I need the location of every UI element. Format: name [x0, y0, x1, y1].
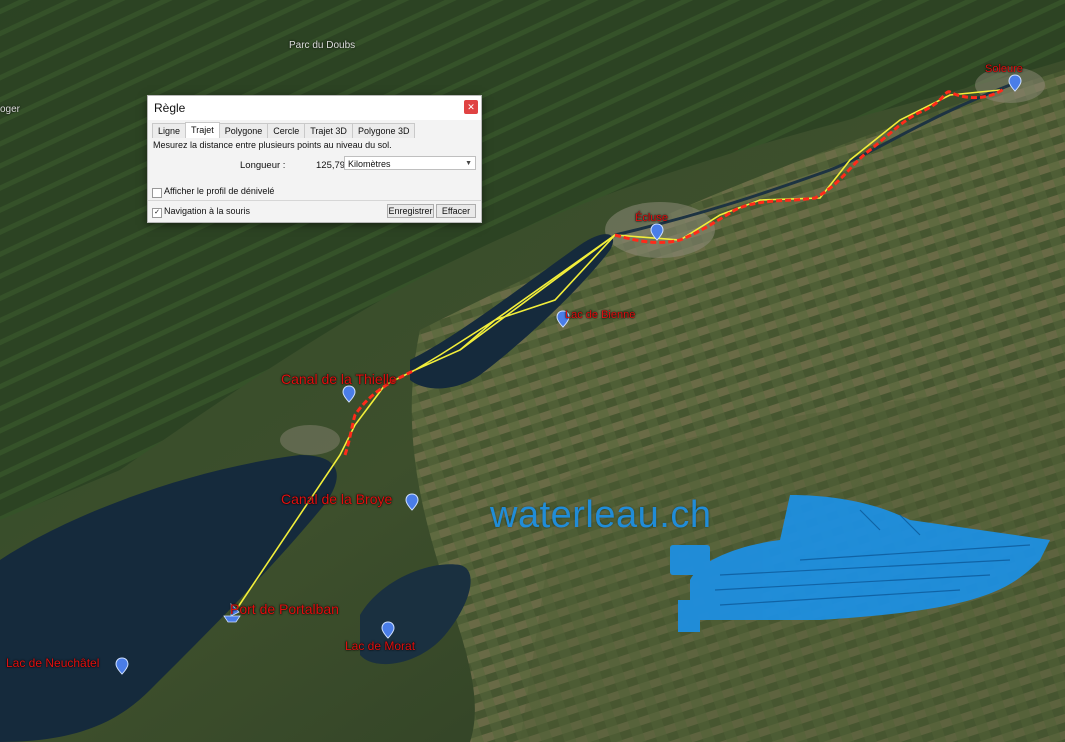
tab-trajet-3d[interactable]: Trajet 3D: [304, 123, 353, 138]
place-label-canal-broye: Canal de la Broye: [281, 491, 393, 507]
place-label-port-portalban: Port de Portalban: [230, 601, 339, 617]
place-label-ecluse: Écluse: [635, 212, 669, 224]
place-label-lac-neuchatel: Lac de Neuchâtel: [6, 656, 100, 670]
place-label: Parc du Doubs: [289, 40, 356, 51]
place-label-lac-morat: Lac de Morat: [345, 639, 416, 653]
dialog-title-bar[interactable]: Règle ✕: [148, 96, 481, 120]
tab-cercle[interactable]: Cercle: [267, 123, 306, 138]
place-label-lac-bienne: Lac de Bienne: [565, 309, 636, 321]
close-icon[interactable]: ✕: [464, 100, 478, 114]
tab-polygone[interactable]: Polygone: [218, 123, 269, 138]
place-label: oger: [0, 104, 21, 115]
divider: [148, 200, 481, 201]
tab-polygone-3d[interactable]: Polygone 3D: [351, 123, 416, 138]
ruler-dialog: Règle ✕ Ligne Trajet Polygone Cercle Tra…: [147, 95, 482, 223]
place-label-canal-thielle: Canal de la Thielle: [281, 371, 397, 387]
unit-select[interactable]: Kilomètres ▼: [344, 156, 476, 170]
length-label: Longueur :: [240, 160, 286, 171]
elevation-profile-label: Afficher le profil de dénivelé: [164, 186, 275, 196]
ruler-tabs: Ligne Trajet Polygone Cercle Trajet 3D P…: [152, 122, 416, 138]
measure-description: Mesurez la distance entre plusieurs poin…: [153, 140, 392, 150]
tab-trajet[interactable]: Trajet: [185, 122, 220, 138]
tab-ligne[interactable]: Ligne: [152, 123, 187, 138]
chevron-down-icon: ▼: [465, 160, 472, 167]
dialog-title: Règle: [154, 101, 186, 115]
save-button[interactable]: Enregistrer: [387, 204, 434, 218]
brand-watermark: waterleau.ch: [490, 494, 712, 536]
place-label-soleure: Soleure: [985, 63, 1023, 75]
unit-select-value: Kilomètres: [348, 159, 391, 169]
clear-button[interactable]: Effacer: [436, 204, 476, 218]
mouse-navigation-checkbox[interactable]: ✓: [152, 208, 162, 218]
length-value: 125,79: [316, 160, 346, 171]
elevation-profile-checkbox[interactable]: [152, 188, 162, 198]
mouse-navigation-label: Navigation à la souris: [164, 206, 251, 216]
